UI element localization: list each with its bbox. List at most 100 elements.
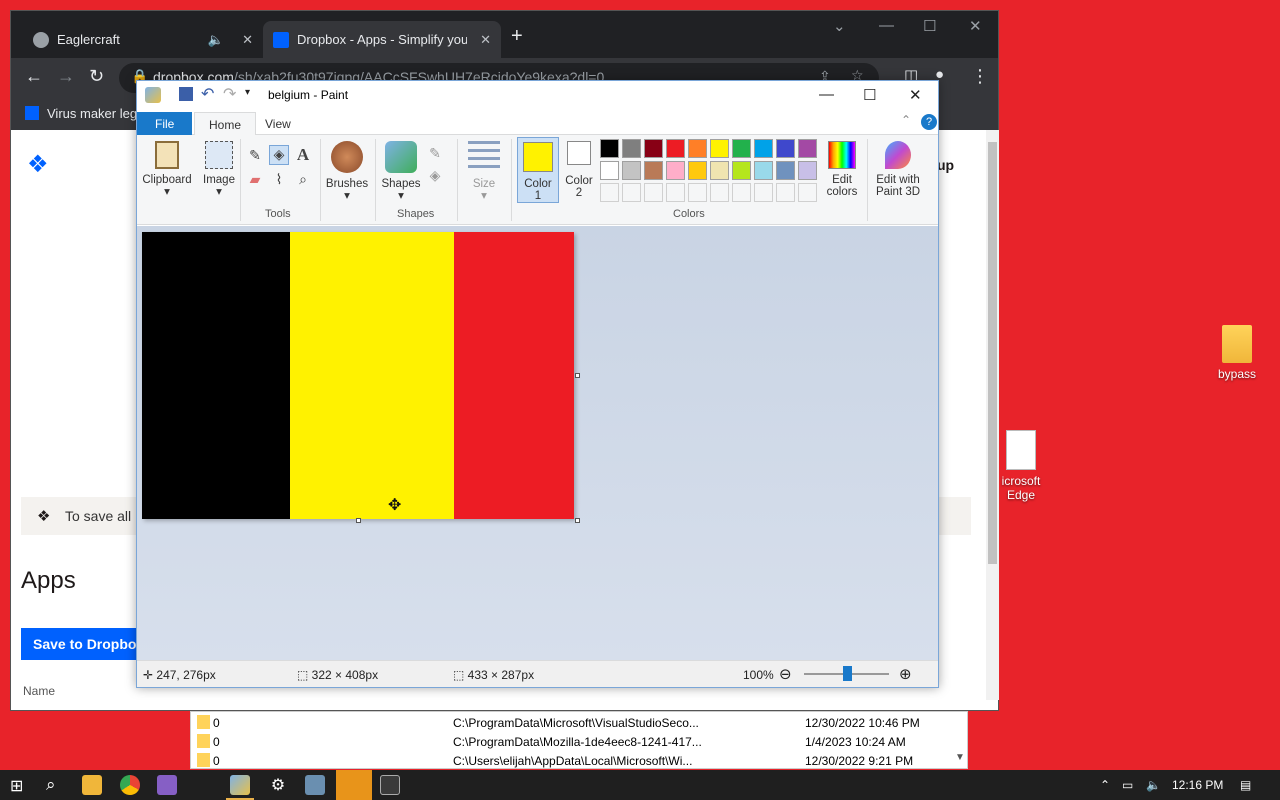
palette-swatch[interactable] (622, 183, 641, 202)
resize-handle-corner[interactable] (575, 518, 580, 523)
close-icon[interactable]: ✕ (969, 17, 982, 35)
outline-icon[interactable]: ✎ (425, 145, 445, 165)
palette-swatch[interactable] (754, 139, 773, 158)
palette-swatch[interactable] (710, 183, 729, 202)
shape-fill-icon[interactable]: ◈ (425, 167, 445, 187)
palette-swatch[interactable] (622, 139, 641, 158)
text-icon[interactable]: A (293, 145, 313, 165)
fill-icon[interactable]: ◈ (269, 145, 289, 165)
tray-chevron-icon[interactable]: ⌃ (1100, 778, 1110, 792)
edit-with-paint3d-button[interactable]: Edit with Paint 3D (871, 141, 925, 198)
undo-icon[interactable]: ↶ (201, 84, 214, 104)
page-scrollbar[interactable] (986, 130, 999, 700)
magnifier-icon[interactable]: ⌕ (293, 171, 313, 191)
windows-start-icon[interactable]: ⊞ (10, 776, 23, 796)
app-icon[interactable] (305, 775, 325, 795)
palette-swatch[interactable] (732, 183, 751, 202)
search-app-icon[interactable] (336, 770, 372, 800)
color-picker-icon[interactable]: ⌇ (269, 171, 289, 191)
speaker-icon[interactable]: 🔈 (208, 32, 224, 48)
resize-handle-right[interactable] (575, 373, 580, 378)
minimize-icon[interactable]: — (819, 86, 834, 103)
palette-swatch[interactable] (776, 183, 795, 202)
chevron-down-icon[interactable]: ⌄ (833, 17, 846, 35)
color2-button[interactable]: Color 2 (561, 141, 597, 199)
palette-swatch[interactable] (666, 139, 685, 158)
resize-handle-bottom[interactable] (356, 518, 361, 523)
edit-colors-button[interactable]: Edit colors (821, 141, 863, 198)
tab-eaglercraft[interactable]: Eaglercraft 🔈 ✕ (23, 21, 263, 58)
desktop-icon-bypass[interactable]: bypass (1210, 325, 1264, 381)
maximize-icon[interactable]: ☐ (923, 17, 936, 35)
tab-dropbox[interactable]: Dropbox - Apps - Simplify your li ✕ (263, 21, 501, 58)
palette-swatch[interactable] (600, 183, 619, 202)
collapse-ribbon-icon[interactable]: ⌃ (901, 113, 911, 127)
file-explorer-icon[interactable] (82, 775, 102, 795)
image-button[interactable]: Image ▾ (199, 141, 239, 198)
palette-swatch[interactable] (710, 139, 729, 158)
redo-icon[interactable]: ↷ (223, 84, 236, 104)
scroll-down-icon[interactable]: ▼ (955, 752, 965, 763)
chrome-icon[interactable] (120, 775, 140, 795)
minimize-icon[interactable]: — (879, 17, 894, 34)
palette-swatch[interactable] (688, 139, 707, 158)
search-icon[interactable]: ⌕ (46, 775, 56, 795)
eraser-icon[interactable]: ▰ (245, 171, 265, 191)
desktop-icon-edge[interactable]: icrosoft Edge (996, 430, 1046, 502)
palette-swatch[interactable] (688, 161, 707, 180)
help-icon[interactable]: ? (921, 114, 937, 130)
palette-swatch[interactable] (798, 139, 817, 158)
clipboard-button[interactable]: Clipboard ▾ (141, 141, 193, 198)
palette-swatch[interactable] (798, 183, 817, 202)
list-item[interactable]: 0 C:\ProgramData\Microsoft\VisualStudioS… (191, 713, 951, 732)
menu-icon[interactable]: ⋮ (971, 66, 989, 87)
palette-swatch[interactable] (732, 161, 751, 180)
save-to-dropbox-button[interactable]: Save to Dropbo (21, 628, 141, 660)
belgium-flag-canvas[interactable]: ✥ (142, 232, 574, 519)
zoom-in-icon[interactable]: ⊕ (899, 665, 912, 683)
network-icon[interactable]: ▭ (1122, 778, 1133, 792)
close-tab-icon[interactable]: ✕ (480, 32, 491, 48)
tab-view[interactable]: View (251, 112, 305, 135)
palette-swatch[interactable] (666, 161, 685, 180)
scrollbar-thumb[interactable] (988, 142, 997, 564)
list-item[interactable]: 0 C:\ProgramData\Mozilla-1de4eec8-1241-4… (191, 732, 951, 751)
reload-icon[interactable]: ↻ (89, 66, 104, 87)
pencil-icon[interactable]: ✎ (245, 147, 265, 167)
sign-up-link[interactable]: up (937, 157, 954, 173)
palette-swatch[interactable] (688, 183, 707, 202)
color1-button[interactable]: Color 1 (517, 137, 559, 203)
palette-swatch[interactable] (754, 183, 773, 202)
settings-icon[interactable]: ⚙ (268, 775, 288, 795)
palette-swatch[interactable] (776, 139, 795, 158)
paint-taskbar-icon[interactable] (230, 775, 250, 795)
back-icon[interactable]: ← (25, 66, 43, 87)
palette-swatch[interactable] (600, 161, 619, 180)
palette-swatch[interactable] (798, 161, 817, 180)
palette-swatch[interactable] (776, 161, 795, 180)
close-tab-icon[interactable]: ✕ (242, 32, 253, 48)
palette-swatch[interactable] (600, 139, 619, 158)
brushes-button[interactable]: Brushes ▾ (323, 141, 371, 202)
palette-swatch[interactable] (732, 139, 751, 158)
new-tab-button[interactable]: + (511, 25, 523, 48)
palette-swatch[interactable] (666, 183, 685, 202)
palette-swatch[interactable] (710, 161, 729, 180)
bookmark-item[interactable]: Virus maker legi (25, 106, 140, 121)
zoom-slider-thumb[interactable] (843, 666, 852, 681)
tab-file[interactable]: File (137, 112, 193, 135)
palette-swatch[interactable] (622, 161, 641, 180)
zoom-out-icon[interactable]: ⊖ (779, 665, 792, 683)
palette-swatch[interactable] (644, 183, 663, 202)
tab-home[interactable]: Home (194, 112, 257, 135)
dropbox-logo-icon[interactable]: ❖ (27, 150, 49, 179)
notifications-icon[interactable]: ▤ (1240, 778, 1251, 792)
palette-swatch[interactable] (644, 139, 663, 158)
maximize-icon[interactable]: ☐ (863, 86, 876, 104)
volume-icon[interactable]: 🔈 (1146, 778, 1161, 792)
close-icon[interactable]: ✕ (909, 86, 922, 104)
forward-icon[interactable]: → (57, 66, 75, 87)
size-button[interactable]: Size ▾ (463, 141, 505, 202)
terminal-icon[interactable] (380, 775, 400, 795)
save-icon[interactable] (179, 87, 193, 101)
